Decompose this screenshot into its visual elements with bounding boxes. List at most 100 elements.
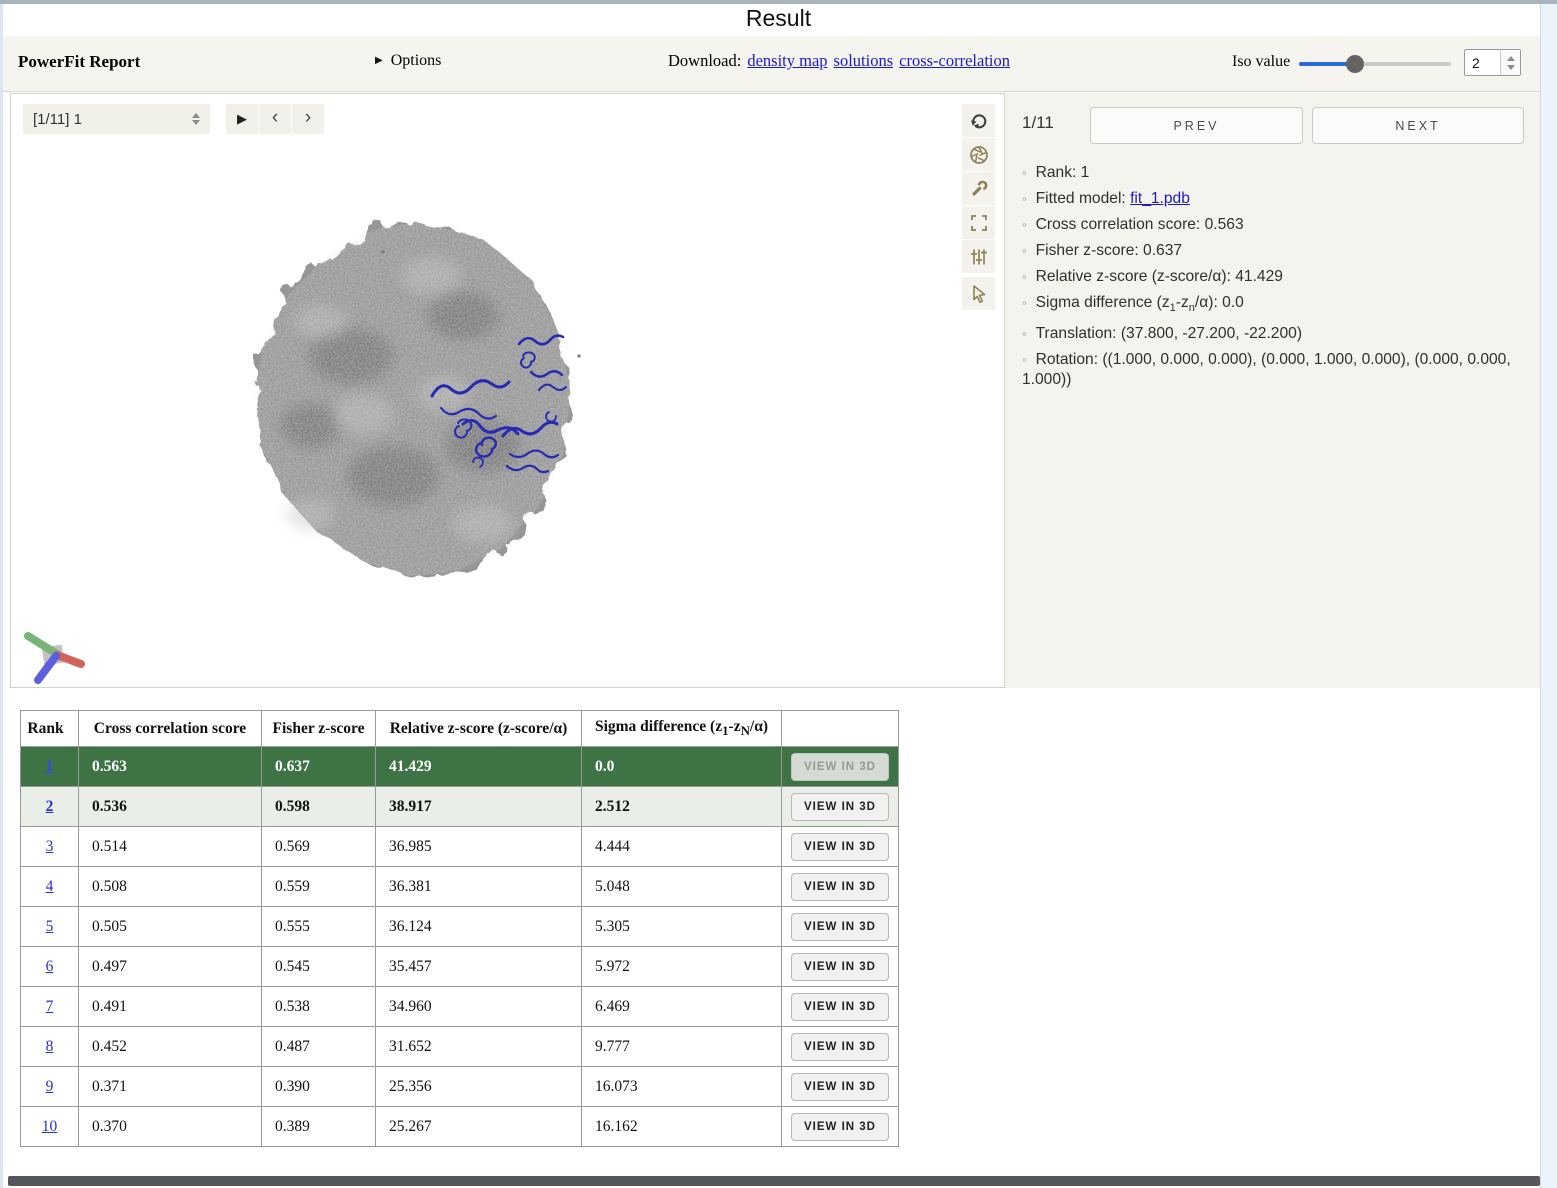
download-label: Download: (668, 51, 741, 70)
cell-fisher-zscore: 0.487 (262, 1027, 376, 1067)
horizontal-scrollbar[interactable] (8, 1176, 1540, 1186)
playback-controls: ▶ ‹ › (226, 104, 324, 134)
spinner-down-icon[interactable] (1507, 65, 1515, 70)
screenshot-button[interactable] (962, 138, 995, 171)
refresh-icon (968, 110, 990, 132)
chevron-right-icon: › (305, 107, 311, 129)
rank-link[interactable]: 9 (46, 1078, 54, 1095)
iso-value-input[interactable]: 2 (1464, 49, 1521, 76)
cell-relative-zscore: 25.356 (376, 1067, 582, 1107)
view-in-3d-button[interactable]: VIEW IN 3D (791, 1033, 889, 1061)
cell-sigma-difference: 16.073 (582, 1067, 782, 1107)
cell-cross-correlation: 0.505 (79, 907, 262, 947)
cell-relative-zscore: 36.124 (376, 907, 582, 947)
view-in-3d-button[interactable]: VIEW IN 3D (791, 1073, 889, 1101)
header-sigma: Sigma difference (z1-zN/α) (582, 711, 782, 747)
cell-relative-zscore: 41.429 (376, 747, 582, 787)
vertical-scrollbar[interactable] (1540, 4, 1557, 1188)
tools-button[interactable] (962, 172, 995, 205)
table-row: 5 0.505 0.555 36.124 5.305 VIEW IN 3D (21, 907, 899, 947)
reset-view-button[interactable] (962, 104, 995, 137)
prev-solution-button[interactable]: PREV (1090, 107, 1303, 144)
rank-link[interactable]: 6 (46, 958, 54, 975)
cell-relative-zscore: 34.960 (376, 987, 582, 1027)
options-arrow-icon: ▶ (375, 55, 383, 66)
download-solutions-link[interactable]: solutions (834, 51, 894, 70)
display-settings-button[interactable] (962, 240, 995, 273)
table-row: 3 0.514 0.569 36.985 4.444 VIEW IN 3D (21, 827, 899, 867)
detail-item: ◦Cross correlation score: 0.563 (1022, 215, 1530, 235)
cell-sigma-difference: 16.162 (582, 1107, 782, 1147)
solution-details-list: ◦Rank: 1◦Fitted model: fit_1.pdb◦Cross c… (1022, 157, 1530, 396)
frame-select[interactable]: [1/11] 1 (23, 104, 210, 134)
rank-link[interactable]: 1 (46, 758, 54, 775)
download-density-map-link[interactable]: density map (747, 51, 827, 70)
cell-cross-correlation: 0.491 (79, 987, 262, 1027)
view-in-3d-button[interactable]: VIEW IN 3D (791, 1113, 889, 1141)
slider-thumb[interactable] (1346, 55, 1364, 73)
view-in-3d-button[interactable]: VIEW IN 3D (791, 913, 889, 941)
view-in-3d-button[interactable]: VIEW IN 3D (791, 993, 889, 1021)
options-toggle[interactable]: ▶Options (375, 52, 441, 70)
next-frame-button[interactable]: › (292, 104, 324, 134)
cell-cross-correlation: 0.536 (79, 787, 262, 827)
bullet-icon: ◦ (1022, 165, 1027, 180)
view-in-3d-button[interactable]: VIEW IN 3D (791, 833, 889, 861)
cell-sigma-difference: 5.048 (582, 867, 782, 907)
cell-relative-zscore: 25.267 (376, 1107, 582, 1147)
table-row: 9 0.371 0.390 25.356 16.073 VIEW IN 3D (21, 1067, 899, 1107)
fitted-model-link[interactable]: fit_1.pdb (1130, 190, 1190, 207)
rank-link[interactable]: 8 (46, 1038, 54, 1055)
header-rank: Rank (21, 711, 79, 747)
fullscreen-button[interactable] (962, 206, 995, 239)
bullet-icon: ◦ (1022, 269, 1027, 284)
axes-gizmo-icon (28, 636, 81, 680)
table-row: 10 0.370 0.389 25.267 16.162 VIEW IN 3D (21, 1107, 899, 1147)
detail-item: ◦Fisher z-score: 0.637 (1022, 241, 1530, 261)
table-header-row: Rank Cross correlation score Fisher z-sc… (21, 711, 899, 747)
header-relative: Relative z-score (z-score/α) (376, 711, 582, 747)
iso-value-spinner[interactable] (1500, 50, 1520, 75)
report-brand: PowerFit Report (18, 52, 140, 72)
previous-frame-button[interactable]: ‹ (259, 104, 291, 134)
viewer-toolbar (962, 104, 995, 311)
next-solution-button[interactable]: NEXT (1312, 107, 1524, 144)
detail-item: ◦Rank: 1 (1022, 163, 1530, 183)
play-button[interactable]: ▶ (226, 104, 258, 134)
density-map-render[interactable] (11, 94, 1004, 687)
view-in-3d-button[interactable]: VIEW IN 3D (791, 873, 889, 901)
bullet-icon: ◦ (1022, 243, 1027, 258)
cell-fisher-zscore: 0.545 (262, 947, 376, 987)
rank-link[interactable]: 2 (46, 798, 54, 815)
view-in-3d-button[interactable]: VIEW IN 3D (791, 953, 889, 981)
results-table: Rank Cross correlation score Fisher z-sc… (20, 710, 899, 1147)
table-row: 8 0.452 0.487 31.652 9.777 VIEW IN 3D (21, 1027, 899, 1067)
cell-relative-zscore: 36.985 (376, 827, 582, 867)
rank-link[interactable]: 7 (46, 998, 54, 1015)
select-arrows-icon (192, 113, 200, 125)
download-section: Download: density map solutions cross-corre… (668, 51, 1010, 71)
fullscreen-icon (968, 212, 990, 234)
iso-value-label: Iso value (1232, 53, 1290, 71)
iso-value-slider[interactable] (1299, 52, 1451, 76)
molecule-viewer-canvas[interactable]: [1/11] 1 ▶ ‹ › (10, 93, 1005, 688)
rank-link[interactable]: 4 (46, 878, 54, 895)
spinner-up-icon[interactable] (1507, 56, 1515, 61)
cursor-icon (968, 283, 990, 305)
rank-link[interactable]: 3 (46, 838, 54, 855)
window-top-edge (0, 0, 1557, 4)
iso-value-text: 2 (1465, 55, 1500, 71)
rank-link[interactable]: 10 (42, 1118, 58, 1135)
cell-fisher-zscore: 0.555 (262, 907, 376, 947)
sliders-icon (968, 246, 990, 268)
cell-fisher-zscore: 0.559 (262, 867, 376, 907)
pointer-mode-button[interactable] (962, 277, 995, 310)
rank-link[interactable]: 5 (46, 918, 54, 935)
view-in-3d-button[interactable]: VIEW IN 3D (791, 793, 889, 821)
cell-fisher-zscore: 0.637 (262, 747, 376, 787)
cell-cross-correlation: 0.452 (79, 1027, 262, 1067)
download-cross-correlation-link[interactable]: cross-correlation (899, 51, 1010, 70)
cell-fisher-zscore: 0.538 (262, 987, 376, 1027)
table-row: 7 0.491 0.538 34.960 6.469 VIEW IN 3D (21, 987, 899, 1027)
bullet-icon: ◦ (1022, 326, 1027, 341)
